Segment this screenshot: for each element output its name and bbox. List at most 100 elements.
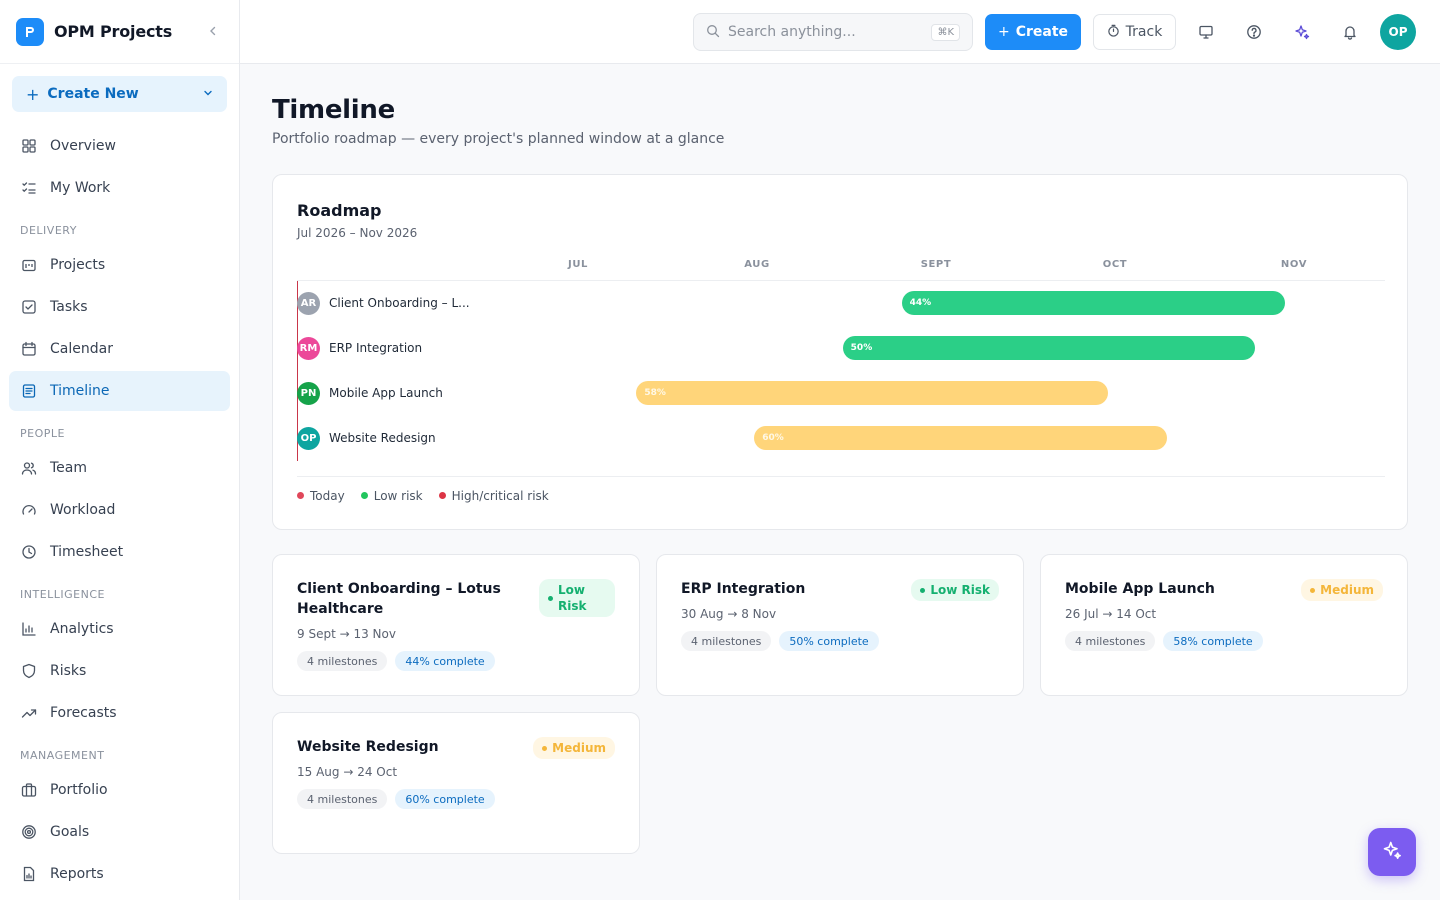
sidebar-item-reports[interactable]: Reports xyxy=(9,854,230,894)
gantt-bar-progress: 50% xyxy=(850,343,873,353)
sidebar-item-team[interactable]: Team xyxy=(9,448,230,488)
briefcase-icon xyxy=(20,781,38,799)
sidebar-item-label: Timeline xyxy=(50,383,110,399)
sidebar-item-timesheet[interactable]: Timesheet xyxy=(9,532,230,572)
gantt-bar[interactable]: 50% xyxy=(842,336,1256,360)
sidebar-item-forecasts[interactable]: Forecasts xyxy=(9,693,230,733)
month-label: NOV xyxy=(1280,259,1308,270)
sidebar-item-label: Team xyxy=(50,460,88,476)
sidebar-item-overview[interactable]: Overview xyxy=(9,126,230,166)
sidebar-item-analytics[interactable]: Analytics xyxy=(9,609,230,649)
roadmap-row-label: Website Redesign xyxy=(329,431,436,445)
risk-badge: Medium xyxy=(533,737,615,759)
project-avatar: PN xyxy=(297,381,320,405)
legend-item-high-risk: High/critical risk xyxy=(438,489,549,503)
risk-badge-label: Low Risk xyxy=(558,583,587,613)
project-card[interactable]: Client Onboarding – Lotus Healthcare Low… xyxy=(272,554,640,696)
timeline-icon xyxy=(20,382,38,400)
project-card-tags: 4 milestones 58% complete xyxy=(1065,631,1263,651)
shield-icon xyxy=(20,662,38,680)
search-input[interactable] xyxy=(728,24,908,40)
sidebar-item-label: Workload xyxy=(50,502,116,518)
roadmap-row[interactable]: RM ERP Integration xyxy=(297,336,474,360)
project-avatar: RM xyxy=(297,336,320,360)
legend-dot xyxy=(297,492,304,499)
plus-icon: + xyxy=(997,24,1010,40)
create-new-button[interactable]: + Create New xyxy=(12,76,227,112)
sidebar-item-label: Reports xyxy=(50,866,104,882)
create-new-label: Create New xyxy=(47,86,139,102)
project-card-dates: 26 Jul → 14 Oct xyxy=(1065,607,1157,621)
legend-label: High/critical risk xyxy=(451,489,549,503)
grid-icon xyxy=(20,137,38,155)
risk-dot xyxy=(1310,587,1316,593)
sidebar-item-label: My Work xyxy=(50,180,111,196)
month-label: AUG xyxy=(744,259,770,270)
legend-item-low-risk: Low risk xyxy=(360,489,423,503)
project-avatar: AR xyxy=(297,291,320,315)
project-card-title: Mobile App Launch xyxy=(1065,581,1215,597)
month-label: OCT xyxy=(1102,259,1128,270)
project-card[interactable]: Website Redesign Medium 15 Aug → 24 Oct … xyxy=(272,712,640,854)
risk-dot xyxy=(548,595,553,601)
sparkles-icon[interactable] xyxy=(1290,20,1314,44)
section-intelligence: INTELLIGENCE xyxy=(20,588,105,601)
user-avatar[interactable]: OP xyxy=(1380,14,1416,50)
gauge-icon xyxy=(20,501,38,519)
risk-badge: Low Risk xyxy=(911,579,999,601)
project-card-dates: 30 Aug → 8 Nov xyxy=(681,607,777,621)
gantt-bar-progress: 60% xyxy=(762,433,784,443)
risk-badge: Low Risk xyxy=(539,579,615,617)
sidebar-item-tasks[interactable]: Tasks xyxy=(9,287,230,327)
monitor-icon[interactable] xyxy=(1194,20,1218,44)
complete-tag: 58% complete xyxy=(1163,631,1263,651)
bell-icon[interactable] xyxy=(1338,20,1362,44)
roadmap-row[interactable]: AR Client Onboarding – L... xyxy=(297,291,474,315)
folder-icon xyxy=(20,256,38,274)
sidebar-item-label: Forecasts xyxy=(50,705,117,721)
sidebar-item-calendar[interactable]: Calendar xyxy=(9,329,230,369)
sidebar-item-label: Analytics xyxy=(50,621,114,637)
page-subtitle: Portfolio roadmap — every project's plan… xyxy=(272,131,725,147)
project-card[interactable]: Mobile App Launch Medium 26 Jul → 14 Oct… xyxy=(1040,554,1408,696)
sidebar-item-workload[interactable]: Workload xyxy=(9,490,230,530)
chevron-down-icon xyxy=(203,86,213,102)
sidebar-item-portfolio[interactable]: Portfolio xyxy=(9,770,230,810)
search-box[interactable]: ⌘K xyxy=(693,13,973,51)
sidebar-item-risks[interactable]: Risks xyxy=(9,651,230,691)
month-label: SEPT xyxy=(920,259,952,270)
top-header: ⌘K + Create Track OP xyxy=(240,0,1440,64)
gantt-bar[interactable]: 44% xyxy=(901,291,1285,315)
collapse-sidebar-icon[interactable] xyxy=(203,24,223,40)
roadmap-divider xyxy=(297,476,1385,477)
stopwatch-icon xyxy=(1107,24,1120,41)
sidebar-item-label: Timesheet xyxy=(50,544,124,560)
help-icon[interactable] xyxy=(1242,20,1266,44)
create-button-label: Create xyxy=(1015,24,1069,40)
gantt-bar[interactable]: 58% xyxy=(636,381,1108,405)
ai-assistant-button[interactable] xyxy=(1368,828,1416,876)
project-card-tags: 4 milestones 50% complete xyxy=(681,631,879,651)
milestones-tag: 4 milestones xyxy=(297,789,388,809)
legend-dot xyxy=(438,492,446,499)
search-icon xyxy=(706,23,720,42)
sidebar-item-my-work[interactable]: My Work xyxy=(9,168,230,208)
section-management: MANAGEMENT xyxy=(20,749,105,762)
sidebar-item-label: Tasks xyxy=(50,299,88,315)
sidebar-item-label: Calendar xyxy=(50,341,113,357)
sidebar-item-projects[interactable]: Projects xyxy=(9,245,230,285)
project-card-title: ERP Integration xyxy=(681,581,806,597)
roadmap-row[interactable]: PN Mobile App Launch xyxy=(297,381,474,405)
track-button[interactable]: Track xyxy=(1093,14,1176,50)
sparkles-icon xyxy=(1382,840,1402,864)
timeline-axis xyxy=(297,280,1385,281)
gantt-bar[interactable]: 60% xyxy=(754,426,1167,450)
milestones-tag: 4 milestones xyxy=(297,651,388,671)
project-card-dates: 15 Aug → 24 Oct xyxy=(297,765,398,779)
project-card-dates: 9 Sept → 13 Nov xyxy=(297,627,396,641)
sidebar-item-goals[interactable]: Goals xyxy=(9,812,230,852)
sidebar-item-timeline[interactable]: Timeline xyxy=(9,371,230,411)
roadmap-row[interactable]: OP Website Redesign xyxy=(297,426,474,450)
project-card[interactable]: ERP Integration Low Risk 30 Aug → 8 Nov … xyxy=(656,554,1024,696)
create-button[interactable]: + Create xyxy=(985,14,1081,50)
